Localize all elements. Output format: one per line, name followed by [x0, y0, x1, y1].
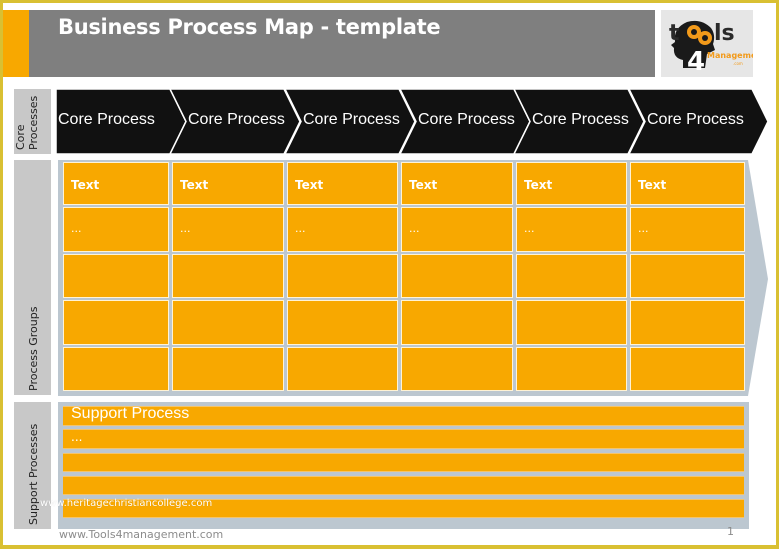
process-group-cell[interactable]: [516, 254, 627, 298]
process-group-cell[interactable]: Text: [401, 162, 513, 205]
core-process-label: Core Process: [58, 111, 155, 128]
process-group-cell-text: ...: [638, 222, 649, 235]
side-label-support-processes: Support Processes: [14, 402, 51, 529]
process-group-cell[interactable]: Text: [516, 162, 627, 205]
logo-number: 4: [687, 47, 705, 77]
process-group-cell[interactable]: [401, 254, 513, 298]
support-process-bar[interactable]: ...: [63, 429, 744, 449]
process-group-cell[interactable]: [630, 347, 745, 391]
core-process-label: Core Process: [532, 111, 629, 128]
process-group-cell-text: Text: [638, 178, 667, 192]
logo-letter-t: t: [669, 21, 680, 46]
process-group-cell[interactable]: [401, 347, 513, 391]
process-group-cell[interactable]: [630, 254, 745, 298]
title-accent-bar: [3, 10, 29, 77]
process-group-cell-text: ...: [524, 222, 535, 235]
process-group-cell-text: Text: [524, 178, 553, 192]
side-label-core-line1: Core: [14, 124, 27, 150]
process-group-cell[interactable]: [401, 300, 513, 345]
process-group-cell-text: Text: [409, 178, 438, 192]
process-group-cell[interactable]: [63, 347, 169, 391]
process-group-cell[interactable]: ...: [401, 207, 513, 252]
watermark: www.heritagechristiancollege.com: [40, 498, 213, 509]
process-group-cell[interactable]: ...: [63, 207, 169, 252]
process-group-cell[interactable]: [287, 300, 398, 345]
support-process-bar[interactable]: [63, 476, 744, 495]
process-group-cell[interactable]: [63, 254, 169, 298]
footer-url[interactable]: www.Tools4management.com: [59, 528, 223, 541]
side-label-process-groups: Process Groups: [14, 160, 51, 395]
logo-suffix: .com: [733, 61, 743, 66]
process-group-cell-text: ...: [409, 222, 420, 235]
page-title: Business Process Map - template: [58, 15, 441, 39]
process-group-cell[interactable]: ...: [630, 207, 745, 252]
process-group-cell[interactable]: ...: [516, 207, 627, 252]
process-group-cell[interactable]: ...: [172, 207, 284, 252]
process-group-cell[interactable]: [172, 300, 284, 345]
core-process-label: Core Process: [188, 111, 285, 128]
core-process-label: Core Process: [418, 111, 515, 128]
support-process-text: Support Process: [71, 405, 190, 422]
process-group-cell[interactable]: [63, 300, 169, 345]
process-group-cell-text: ...: [71, 222, 82, 235]
process-group-cell[interactable]: [516, 300, 627, 345]
process-group-cell[interactable]: [516, 347, 627, 391]
process-group-cell[interactable]: [287, 254, 398, 298]
process-group-cell[interactable]: [287, 347, 398, 391]
process-group-cell-text: ...: [180, 222, 191, 235]
process-group-cell[interactable]: Text: [172, 162, 284, 205]
core-process-label: Core Process: [647, 111, 744, 128]
process-group-cell-text: Text: [71, 178, 100, 192]
process-group-cell-text: Text: [180, 178, 209, 192]
side-label-core-processes: Core Processes: [14, 89, 51, 154]
logo-subtext: Management: [707, 51, 753, 60]
process-group-cell[interactable]: [172, 254, 284, 298]
support-process-bar[interactable]: Support Process: [63, 405, 744, 426]
core-process-label: Core Process: [303, 111, 400, 128]
page-number: 1: [727, 525, 734, 538]
process-group-cell-text: ...: [295, 222, 306, 235]
process-group-cell-text: Text: [295, 178, 324, 192]
logo-letters-ls: ls: [714, 21, 735, 46]
side-label-groups-text: Process Groups: [27, 306, 40, 391]
logo-icon: t ls 4 Management .com: [669, 20, 753, 77]
tools4management-logo: t ls 4 Management .com: [661, 10, 753, 77]
process-group-cell[interactable]: [630, 300, 745, 345]
process-group-cell[interactable]: ...: [287, 207, 398, 252]
process-group-cell[interactable]: [172, 347, 284, 391]
process-group-cell[interactable]: Text: [630, 162, 745, 205]
process-group-cell[interactable]: Text: [287, 162, 398, 205]
support-process-bar[interactable]: [63, 453, 744, 472]
side-label-support-text: Support Processes: [27, 423, 40, 525]
process-group-cell[interactable]: Text: [63, 162, 169, 205]
support-process-text: ...: [71, 430, 83, 444]
side-label-core-line2: Processes: [27, 95, 40, 150]
